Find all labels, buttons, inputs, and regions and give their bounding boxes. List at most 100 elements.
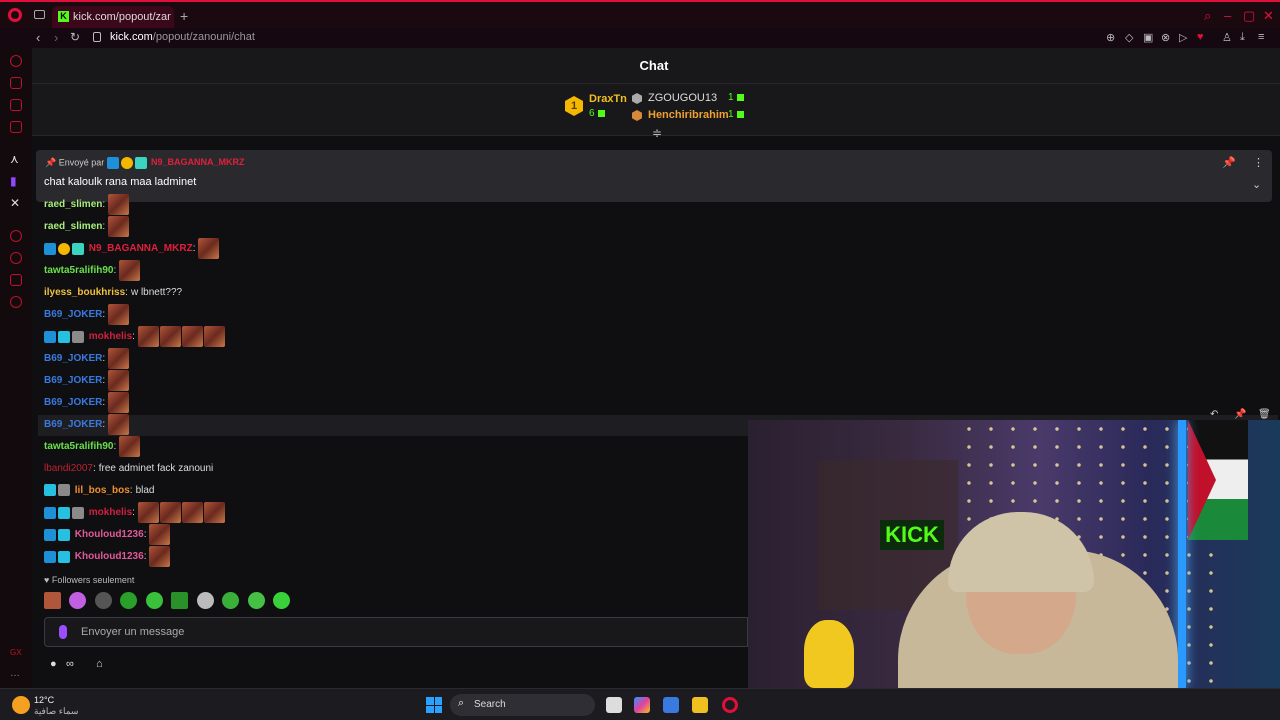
trash-icon[interactable]: 🗑 [1258,409,1271,420]
windows-start-icon[interactable] [426,697,442,713]
x-twitter-icon[interactable]: ✕ [10,196,20,210]
chat-username[interactable]: B69_JOKER [44,397,102,408]
emote-icon[interactable] [107,392,129,413]
chat-message[interactable]: Khouloud1236: [44,524,171,546]
chat-message[interactable]: ilyess_boukhriss: w lbnett??? [44,282,182,304]
back-icon[interactable]: ‹ [36,30,40,45]
opera-gx-taskbar-icon[interactable] [722,697,738,713]
chat-username[interactable]: Khouloud1236 [75,551,144,562]
chat-username[interactable]: ilyess_boukhriss [44,287,125,298]
menu-icon[interactable]: ≡ [1258,31,1264,43]
more-icon[interactable]: … [10,668,20,679]
extensions-icon[interactable] [10,274,22,286]
reload-icon[interactable]: ↻ [70,30,80,44]
emote-icon[interactable] [107,348,129,369]
weather-sun-icon[interactable] [12,696,30,714]
chat-message[interactable]: B69_JOKER: [44,414,130,436]
url-field[interactable]: kick.com/popout/zanouni/chat [110,31,255,43]
emote-icon[interactable] [222,592,240,610]
store-icon[interactable]: ⌂ [96,658,103,670]
emote-icon[interactable] [107,304,129,325]
emote-icon[interactable] [137,502,159,523]
messenger-icon[interactable] [10,99,22,111]
chat-username[interactable]: tawta5ralifih90 [44,441,113,452]
player-icon[interactable]: ▷ [1179,31,1187,44]
chat-username[interactable]: lbandi2007 [44,463,93,474]
emote-icon[interactable] [69,592,87,610]
weather-temperature[interactable]: 12°C [34,695,54,705]
file-explorer-icon[interactable] [692,697,708,713]
emote-icon[interactable] [120,592,138,610]
leader-second-name[interactable]: ZGOUGOU13 [648,92,717,104]
tab-islands-icon[interactable] [34,10,45,19]
chat-username[interactable]: B69_JOKER [44,375,102,386]
emote-icon[interactable] [107,370,129,391]
leader-first-name[interactable]: DraxTn [589,93,627,105]
chat-username[interactable]: B69_JOKER [44,419,102,430]
chat-message[interactable]: lil_bos_bos: blad [44,480,154,502]
download-icon[interactable]: ⤓ [1240,31,1245,44]
wallet-icon[interactable] [10,77,22,89]
heart-icon[interactable]: ♥ [1197,31,1204,43]
chat-username[interactable]: tawta5ralifih90 [44,265,113,276]
minimize-button[interactable]: – [1224,8,1231,23]
emote-icon[interactable] [94,592,112,610]
chat-input-box[interactable] [44,617,748,647]
forward-icon[interactable]: › [54,30,58,45]
history-icon[interactable] [10,252,22,264]
emote-icon[interactable] [119,436,141,457]
instagram-icon[interactable] [10,121,22,133]
chat-message[interactable]: tawta5ralifih90: [44,436,141,458]
chat-message[interactable]: lbandi2007: free adminet fack zanouni [44,458,213,480]
emote-icon[interactable] [171,592,189,610]
chat-username[interactable]: raed_slimen [44,221,102,232]
aria-icon[interactable] [10,55,22,67]
chat-username[interactable]: B69_JOKER [44,353,102,364]
emote-icon[interactable] [107,414,129,435]
kick-sidebar-icon[interactable]: ⋏ [10,152,19,166]
zoom-icon[interactable]: ⊕ [1106,31,1115,44]
leader-third-name[interactable]: Henchiribrahim [648,109,729,121]
chat-message[interactable]: raed_slimen: [44,216,130,238]
chat-username[interactable]: N9_BAGANNA_MKRZ [89,243,193,254]
emote-icon[interactable] [198,238,220,259]
chat-username[interactable]: mokhelis [89,331,132,342]
browser-tab-kick[interactable]: K kick.com/popout/zanouni [52,6,174,28]
emote-icon[interactable] [107,194,129,215]
emote-icon[interactable] [181,326,203,347]
bookmark-icon[interactable]: ◇ [1125,31,1133,44]
microphone-icon[interactable] [59,625,67,639]
chat-message[interactable]: B69_JOKER: [44,370,130,392]
chat-message[interactable]: B69_JOKER: [44,348,130,370]
emote-icon[interactable] [181,502,203,523]
task-view-icon[interactable] [606,697,622,713]
emote-icon[interactable] [159,326,181,347]
snapshot-icon[interactable]: ▣ [1143,31,1153,44]
emote-icon[interactable] [107,216,129,237]
emote-icon[interactable] [137,326,159,347]
undo-icon[interactable]: ↶ [1210,409,1218,420]
emote-icon[interactable] [119,260,141,281]
chat-username[interactable]: raed_slimen [44,199,102,210]
expand-leaderboard-icon[interactable]: ≑ [652,126,662,140]
settings-icon[interactable] [10,296,22,308]
emote-icon[interactable] [149,546,171,567]
weather-description[interactable]: سماء صافية [34,706,78,717]
pinned-more-icon[interactable]: ⋮ [1253,156,1264,169]
taskbar-search[interactable]: ⌕ Search [450,694,595,716]
emote-icon[interactable] [196,592,214,610]
opera-logo-icon[interactable] [8,8,22,22]
copilot-icon[interactable] [634,697,650,713]
emote-icon[interactable] [159,502,181,523]
store-app-icon[interactable] [663,697,679,713]
chat-message[interactable]: mokhelis: [44,326,226,348]
infinity-icon[interactable]: ∞ [66,658,74,670]
chat-username[interactable]: B69_JOKER [44,309,102,320]
emote-icon[interactable] [247,592,265,610]
emote-icon[interactable] [273,592,291,610]
vpn-icon[interactable]: ⊗ [1161,31,1170,44]
chat-username[interactable]: mokhelis [89,507,132,518]
emote-icon[interactable] [203,502,225,523]
message-input[interactable] [81,624,721,640]
emote-picker-icon[interactable]: ● [50,658,57,670]
